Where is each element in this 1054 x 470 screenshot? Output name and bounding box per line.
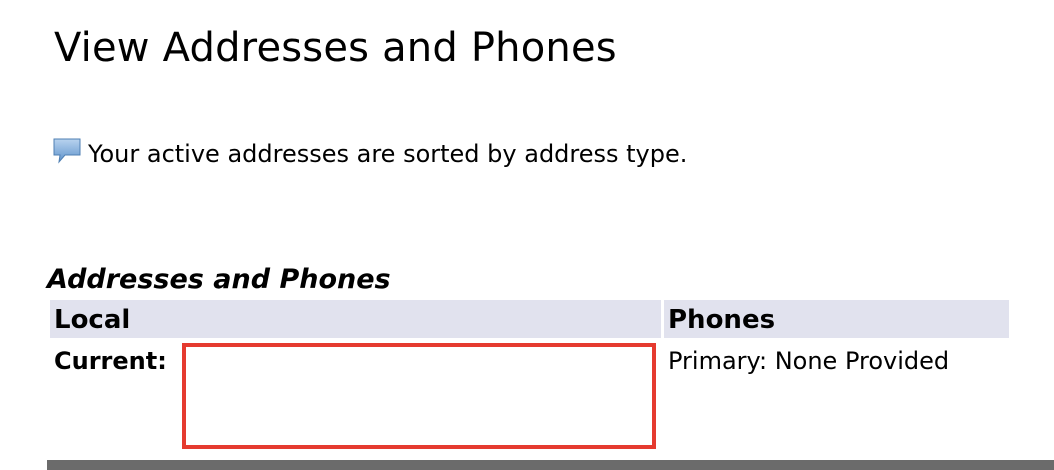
page-title: View Addresses and Phones [54, 25, 617, 71]
current-address-label: Current: [54, 347, 167, 375]
info-message: Your active addresses are sorted by addr… [52, 138, 687, 170]
section-caption: Addresses and Phones [47, 264, 391, 295]
speech-bubble-icon [52, 137, 82, 165]
primary-phone-value: Primary: None Provided [668, 347, 950, 375]
info-text: Your active addresses are sorted by addr… [88, 140, 688, 168]
redacted-address-box [182, 343, 656, 449]
column-header-local: Local [50, 300, 661, 338]
clipped-text-fragment [296, 449, 320, 457]
column-header-phones: Phones [664, 300, 1009, 338]
bottom-divider [47, 460, 1054, 470]
